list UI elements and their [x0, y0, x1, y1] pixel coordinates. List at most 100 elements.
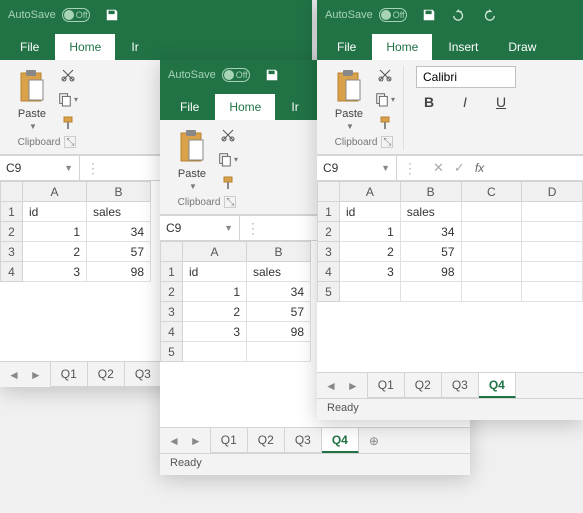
- tab-insert[interactable]: Ir: [117, 34, 152, 60]
- sheet-tab[interactable]: Q2: [405, 373, 442, 398]
- sheet-tab[interactable]: Q4: [322, 428, 359, 453]
- cell[interactable]: 34: [247, 282, 311, 302]
- format-painter-icon[interactable]: [375, 114, 395, 132]
- format-painter-icon[interactable]: [218, 174, 238, 192]
- name-box[interactable]: C9▼: [0, 156, 80, 180]
- sheet-tab[interactable]: Q2: [88, 362, 125, 387]
- row-header[interactable]: 4: [161, 322, 183, 342]
- add-sheet-button[interactable]: ⊕: [359, 428, 389, 453]
- cell[interactable]: [461, 222, 522, 242]
- cell[interactable]: [183, 342, 247, 362]
- cell[interactable]: 34: [87, 222, 151, 242]
- cell[interactable]: sales: [400, 202, 461, 222]
- tab-file[interactable]: File: [323, 34, 370, 60]
- tab-file[interactable]: File: [6, 34, 53, 60]
- nav-prev-icon[interactable]: ◄: [325, 379, 337, 393]
- save-icon[interactable]: [104, 7, 120, 23]
- expand-icon[interactable]: ⋮: [80, 160, 106, 177]
- copy-icon[interactable]: ▾: [218, 150, 238, 168]
- row-header[interactable]: 2: [318, 222, 340, 242]
- cancel-icon[interactable]: ✕: [433, 160, 444, 176]
- cell[interactable]: 57: [247, 302, 311, 322]
- cell[interactable]: [522, 242, 583, 262]
- col-header[interactable]: D: [522, 182, 583, 202]
- tab-home[interactable]: Home: [55, 34, 115, 60]
- copy-icon[interactable]: ▾: [375, 90, 395, 108]
- sheet-tab[interactable]: Q2: [248, 428, 285, 453]
- row-header[interactable]: 3: [1, 242, 23, 262]
- cell[interactable]: 1: [183, 282, 247, 302]
- select-all-corner[interactable]: [1, 182, 23, 202]
- tab-insert[interactable]: Insert: [434, 34, 492, 60]
- nav-next-icon[interactable]: ►: [190, 434, 202, 448]
- dialog-launcher-icon[interactable]: ⤡: [224, 196, 236, 208]
- cell[interactable]: 1: [340, 222, 401, 242]
- row-header[interactable]: 1: [318, 202, 340, 222]
- italic-button[interactable]: I: [456, 94, 474, 110]
- row-header[interactable]: 3: [318, 242, 340, 262]
- row-header[interactable]: 1: [161, 262, 183, 282]
- nav-next-icon[interactable]: ►: [30, 368, 42, 382]
- name-box[interactable]: C9▼: [317, 156, 397, 180]
- cell[interactable]: [247, 342, 311, 362]
- col-header[interactable]: A: [183, 242, 247, 262]
- bold-button[interactable]: B: [420, 94, 438, 110]
- cell[interactable]: 3: [23, 262, 87, 282]
- cell[interactable]: sales: [247, 262, 311, 282]
- col-header[interactable]: B: [87, 182, 151, 202]
- sheet-tab[interactable]: Q1: [51, 362, 88, 387]
- nav-prev-icon[interactable]: ◄: [168, 434, 180, 448]
- sheet-tab[interactable]: Q3: [125, 362, 162, 387]
- cell[interactable]: 34: [400, 222, 461, 242]
- tab-insert[interactable]: Ir: [277, 94, 312, 120]
- select-all-corner[interactable]: [318, 182, 340, 202]
- cut-icon[interactable]: [58, 66, 78, 84]
- cell[interactable]: 1: [23, 222, 87, 242]
- row-header[interactable]: 1: [1, 202, 23, 222]
- cut-icon[interactable]: [375, 66, 395, 84]
- autosave-toggle[interactable]: AutoSave Off: [325, 8, 407, 22]
- nav-prev-icon[interactable]: ◄: [8, 368, 20, 382]
- spreadsheet-grid[interactable]: A B C D 1idsales 2134 3257 4398 5: [317, 181, 583, 372]
- cell[interactable]: id: [340, 202, 401, 222]
- tab-draw[interactable]: Draw: [494, 34, 550, 60]
- cell[interactable]: 2: [183, 302, 247, 322]
- cell[interactable]: id: [183, 262, 247, 282]
- cell[interactable]: [400, 282, 461, 302]
- autosave-toggle[interactable]: AutoSave Off: [168, 68, 250, 82]
- cell[interactable]: 3: [183, 322, 247, 342]
- save-icon[interactable]: [264, 67, 280, 83]
- paste-button[interactable]: Paste ▼: [16, 68, 48, 131]
- row-header[interactable]: 4: [1, 262, 23, 282]
- cell[interactable]: [522, 202, 583, 222]
- cell[interactable]: 3: [340, 262, 401, 282]
- col-header[interactable]: A: [23, 182, 87, 202]
- paste-button[interactable]: Paste ▼: [176, 128, 208, 191]
- cell[interactable]: [461, 282, 522, 302]
- tab-home[interactable]: Home: [215, 94, 275, 120]
- sheet-tab[interactable]: Q1: [368, 373, 405, 398]
- sheet-tab[interactable]: Q3: [442, 373, 479, 398]
- dialog-launcher-icon[interactable]: ⤡: [381, 136, 393, 148]
- row-header[interactable]: 4: [318, 262, 340, 282]
- enter-icon[interactable]: ✓: [454, 160, 465, 176]
- cell[interactable]: 2: [340, 242, 401, 262]
- expand-icon[interactable]: ⋮: [397, 160, 423, 177]
- cell[interactable]: [522, 262, 583, 282]
- col-header[interactable]: B: [400, 182, 461, 202]
- cell[interactable]: [461, 262, 522, 282]
- cell[interactable]: [522, 282, 583, 302]
- cell[interactable]: [522, 222, 583, 242]
- cell[interactable]: [461, 202, 522, 222]
- name-box[interactable]: C9▼: [160, 216, 240, 240]
- col-header[interactable]: C: [461, 182, 522, 202]
- cell[interactable]: id: [23, 202, 87, 222]
- copy-icon[interactable]: ▾: [58, 90, 78, 108]
- tab-home[interactable]: Home: [372, 34, 432, 60]
- expand-icon[interactable]: ⋮: [240, 220, 266, 237]
- row-header[interactable]: 5: [161, 342, 183, 362]
- col-header[interactable]: B: [247, 242, 311, 262]
- col-header[interactable]: A: [340, 182, 401, 202]
- nav-next-icon[interactable]: ►: [347, 379, 359, 393]
- cell[interactable]: 98: [87, 262, 151, 282]
